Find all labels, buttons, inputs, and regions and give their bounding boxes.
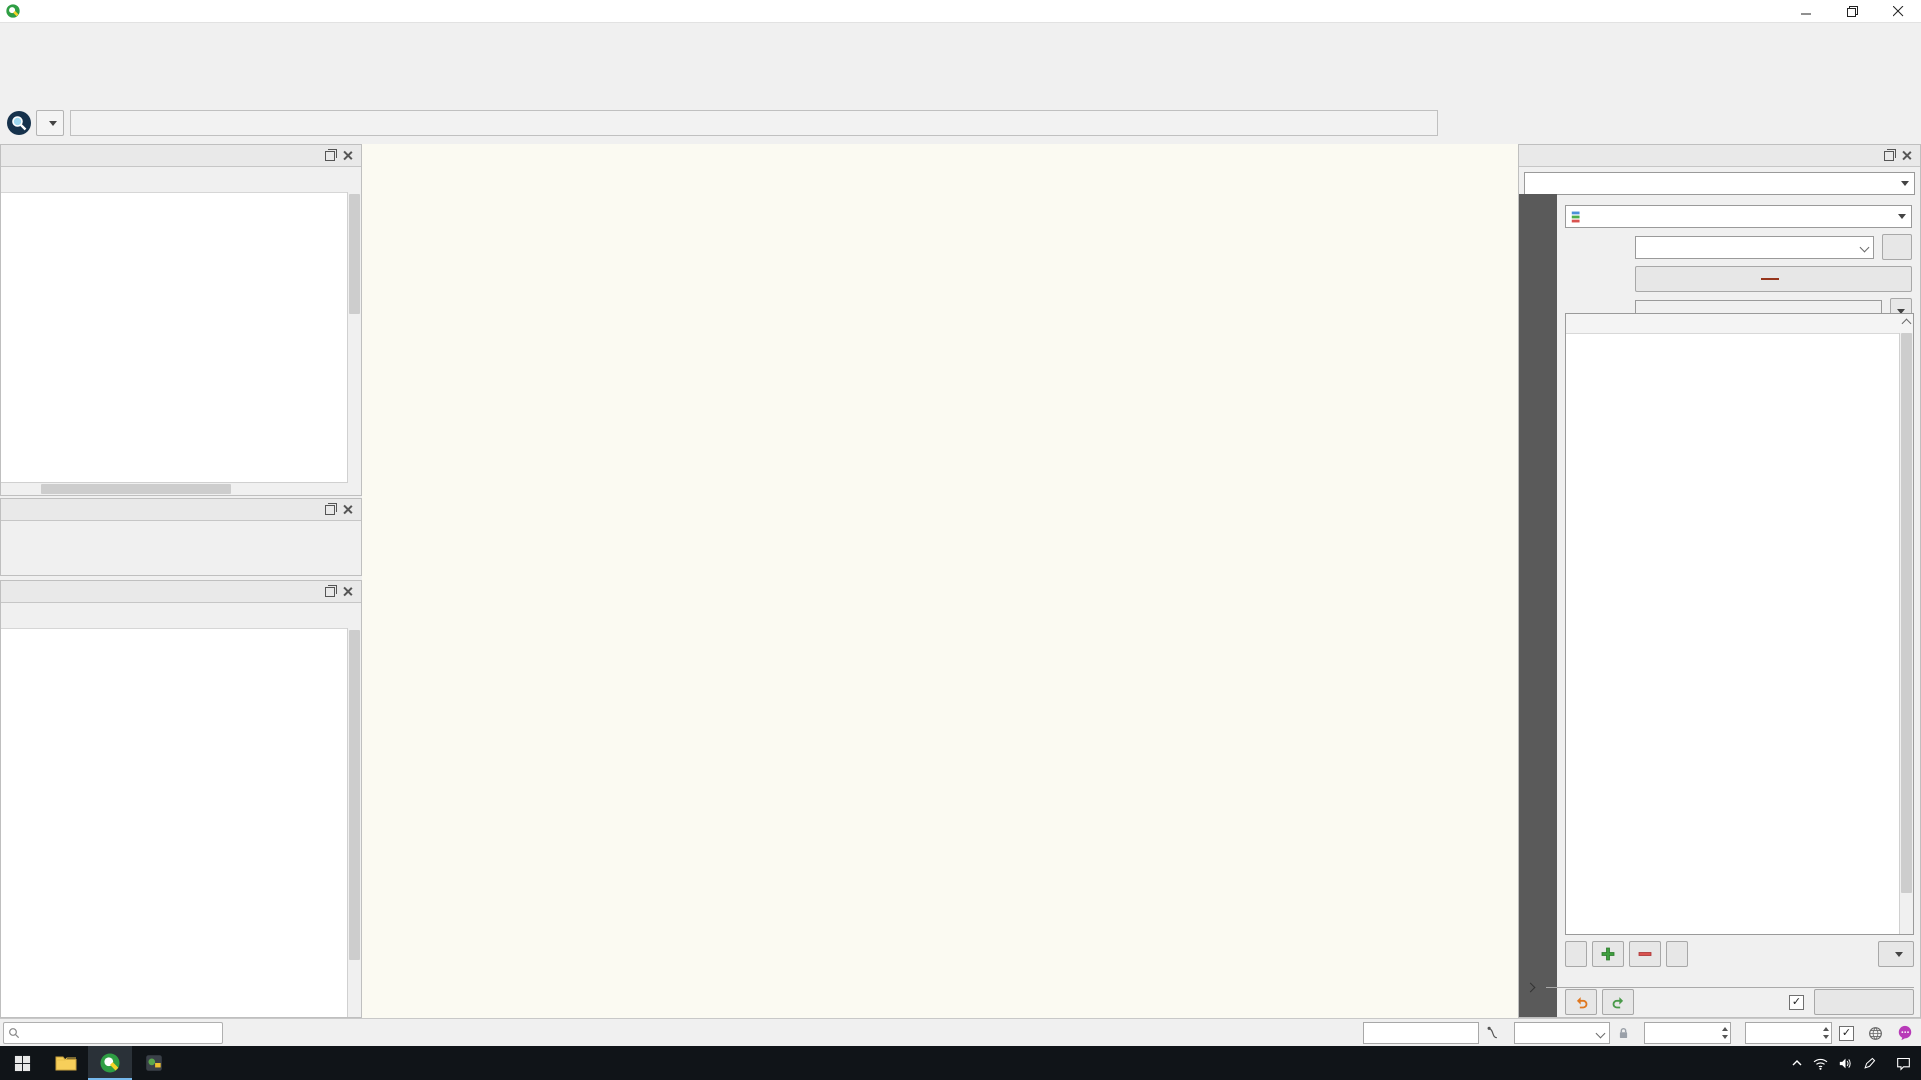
- browser-vscrollbar[interactable]: [347, 192, 361, 483]
- render-checkbox[interactable]: ✓: [1839, 1025, 1854, 1041]
- cad-tools-message: [1, 521, 361, 533]
- browser-hscrollbar[interactable]: [1, 482, 348, 495]
- apply-button[interactable]: [1814, 989, 1914, 1015]
- map-canvas[interactable]: [362, 144, 1518, 1018]
- magnifier-input[interactable]: [1644, 1022, 1731, 1044]
- search-config-icon: [6, 110, 32, 136]
- browser-panel-header: [1, 145, 361, 167]
- categorized-icon: [1571, 210, 1585, 224]
- close-panel-icon[interactable]: [1899, 148, 1914, 163]
- styling-layer-select[interactable]: [1524, 172, 1915, 195]
- float-panel-icon[interactable]: [322, 148, 337, 163]
- live-update-checkbox[interactable]: ✓: [1789, 994, 1804, 1010]
- close-panel-icon[interactable]: [340, 148, 355, 163]
- search-config-bar: [0, 104, 1921, 142]
- title-bar: [0, 0, 1921, 23]
- expression-button[interactable]: [1882, 234, 1912, 260]
- pen-icon[interactable]: [1863, 1057, 1876, 1070]
- toolbar-digitizing: [0, 74, 1921, 104]
- float-panel-icon[interactable]: [322, 502, 337, 517]
- float-panel-icon[interactable]: [322, 584, 337, 599]
- symbol-preview-line: [1761, 278, 1779, 280]
- layers-vscrollbar[interactable]: [347, 628, 361, 1017]
- toolbar-main: [0, 44, 1921, 74]
- advanced-digitizing-panel: [0, 498, 362, 576]
- search-config-select[interactable]: [36, 110, 64, 136]
- chevron-down-icon: [1859, 242, 1870, 252]
- status-bar: ✓: [0, 1018, 1921, 1047]
- menu-bar: [0, 23, 1921, 44]
- lock-scale-icon[interactable]: [1617, 1026, 1630, 1040]
- styling-tab-strip: [1519, 194, 1557, 1017]
- rotation-input[interactable]: [1745, 1022, 1832, 1044]
- coordinate-input[interactable]: [1363, 1022, 1479, 1044]
- close-panel-icon[interactable]: [340, 584, 355, 599]
- chevron-right-icon: [1525, 982, 1536, 993]
- close-panel-icon[interactable]: [340, 502, 355, 517]
- advanced-button[interactable]: [1878, 941, 1914, 967]
- messages-icon[interactable]: [1897, 1025, 1913, 1041]
- render-type-select[interactable]: [1565, 205, 1912, 228]
- categories-table-header: [1566, 314, 1913, 334]
- search-icon: [9, 1028, 20, 1039]
- categories-vscrollbar[interactable]: [1899, 333, 1913, 934]
- tray-chevron-icon[interactable]: [1791, 1057, 1803, 1069]
- chevron-down-icon: [1595, 1028, 1606, 1038]
- classify-button[interactable]: [1565, 941, 1587, 967]
- locate-input[interactable]: [3, 1022, 223, 1044]
- remove-category-button[interactable]: [1629, 941, 1661, 967]
- scroll-up-icon[interactable]: [1896, 318, 1913, 329]
- extents-toggle-icon[interactable]: [1486, 1026, 1500, 1040]
- add-category-button[interactable]: [1592, 941, 1624, 967]
- close-button[interactable]: [1875, 0, 1921, 22]
- maximize-button[interactable]: [1829, 0, 1875, 22]
- layer-styling-panel: ✓: [1518, 144, 1921, 1018]
- action-center-icon[interactable]: [1896, 1056, 1911, 1071]
- start-button[interactable]: [0, 1046, 44, 1080]
- qgis-logo-icon: [5, 3, 21, 19]
- advanced-digitizing-header: [1, 499, 361, 521]
- qgis-taskbar-button[interactable]: [88, 1046, 132, 1080]
- change-symbol-button[interactable]: [1635, 266, 1912, 292]
- browser-toolbar: [1, 167, 361, 193]
- delete-all-button[interactable]: [1666, 941, 1688, 967]
- network-icon[interactable]: [1813, 1057, 1828, 1070]
- secondary-app-button[interactable]: [132, 1046, 176, 1080]
- undo-style-button[interactable]: [1565, 989, 1597, 1015]
- column-select[interactable]: [1635, 235, 1874, 259]
- layers-panel-header: [1, 581, 361, 603]
- redo-style-button[interactable]: [1602, 989, 1634, 1015]
- search-input[interactable]: [70, 110, 1438, 136]
- browser-tree: [1, 192, 361, 483]
- crs-icon[interactable]: [1868, 1026, 1883, 1041]
- windows-taskbar: [0, 1046, 1921, 1080]
- scale-select[interactable]: [1514, 1022, 1610, 1044]
- layers-toolbar: [1, 603, 361, 629]
- float-panel-icon[interactable]: [1881, 148, 1896, 163]
- minimize-button[interactable]: [1783, 0, 1829, 22]
- volume-icon[interactable]: [1838, 1057, 1853, 1070]
- layers-panel: [0, 580, 362, 1018]
- layer-styling-header: [1519, 145, 1920, 167]
- layers-tree: [1, 628, 361, 1017]
- browser-panel: [0, 144, 362, 496]
- file-explorer-button[interactable]: [44, 1046, 88, 1080]
- categories-table: [1565, 313, 1914, 935]
